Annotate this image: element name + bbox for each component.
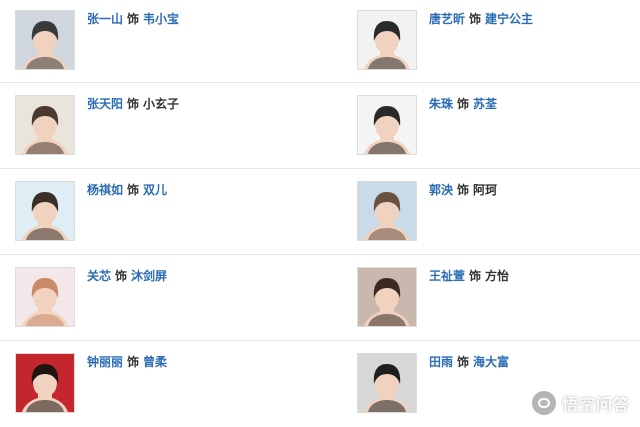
as-separator: 饰	[127, 355, 140, 369]
actor-name-link[interactable]: 田雨	[429, 355, 453, 369]
actor-name-link[interactable]: 朱珠	[429, 97, 453, 111]
cast-caption: 杨祺如饰双儿	[87, 182, 167, 198]
as-separator: 饰	[457, 355, 470, 369]
cast-caption: 张天阳饰小玄子	[87, 96, 179, 112]
actor-name-link[interactable]: 王祉萱	[429, 269, 465, 283]
actor-name-link[interactable]: 钟丽丽	[87, 355, 123, 369]
actor-name-link[interactable]: 张一山	[87, 12, 123, 26]
watermark-text: 悟空问答	[561, 395, 630, 414]
role-name-link[interactable]: 海大富	[473, 355, 509, 369]
row-divider	[0, 82, 640, 83]
watermark: 悟空问答	[531, 391, 630, 415]
actor-photo[interactable]	[15, 353, 75, 413]
actor-photo[interactable]	[15, 267, 75, 327]
row-divider	[0, 168, 640, 169]
actor-name-link[interactable]: 郭泱	[429, 183, 453, 197]
row-divider	[0, 254, 640, 255]
cast-caption: 朱珠饰苏荃	[429, 96, 497, 112]
cast-caption: 王祉萱饰方怡	[429, 268, 509, 284]
cast-card: 王祉萱饰方怡	[357, 267, 640, 329]
cast-caption: 钟丽丽饰曾柔	[87, 354, 167, 370]
role-name: 阿珂	[473, 183, 498, 197]
actor-photo[interactable]	[15, 95, 75, 155]
cast-card: 钟丽丽饰曾柔	[15, 353, 315, 415]
cast-card: 张天阳饰小玄子	[15, 95, 315, 157]
as-separator: 饰	[127, 12, 140, 26]
cast-caption: 张一山饰韦小宝	[87, 11, 179, 27]
actor-photo[interactable]	[357, 267, 417, 327]
actor-photo[interactable]	[357, 353, 417, 413]
role-name-link[interactable]: 建宁公主	[485, 12, 533, 26]
as-separator: 饰	[457, 97, 470, 111]
cast-caption: 唐艺昕饰建宁公主	[429, 11, 533, 27]
cast-caption: 田雨饰海大富	[429, 354, 509, 370]
actor-photo[interactable]	[15, 181, 75, 241]
cast-caption: 郭泱饰阿珂	[429, 182, 497, 198]
cast-card: 郭泱饰阿珂	[357, 181, 640, 243]
role-name-link[interactable]: 韦小宝	[143, 12, 179, 26]
actor-photo[interactable]	[15, 10, 75, 70]
cast-caption: 关芯饰沐剑屏	[87, 268, 167, 284]
cast-card: 唐艺昕饰建宁公主	[357, 10, 640, 72]
cast-card: 杨祺如饰双儿	[15, 181, 315, 243]
role-name: 方怡	[485, 269, 510, 283]
wukong-logo-icon	[531, 391, 556, 415]
as-separator: 饰	[457, 183, 470, 197]
actor-photo[interactable]	[357, 181, 417, 241]
role-name-link[interactable]: 沐剑屏	[131, 269, 167, 283]
actor-photo[interactable]	[357, 10, 417, 70]
as-separator: 饰	[127, 183, 140, 197]
as-separator: 饰	[469, 269, 482, 283]
cast-card: 关芯饰沐剑屏	[15, 267, 315, 329]
role-name-link[interactable]: 苏荃	[473, 97, 497, 111]
as-separator: 饰	[469, 12, 482, 26]
row-divider	[0, 340, 640, 341]
cast-card: 朱珠饰苏荃	[357, 95, 640, 157]
as-separator: 饰	[115, 269, 128, 283]
actor-name-link[interactable]: 唐艺昕	[429, 12, 465, 26]
cast-card: 张一山饰韦小宝	[15, 10, 315, 72]
as-separator: 饰	[127, 97, 140, 111]
role-name-link[interactable]: 曾柔	[143, 355, 167, 369]
role-name: 小玄子	[143, 97, 180, 111]
actor-name-link[interactable]: 杨祺如	[87, 183, 123, 197]
actor-photo[interactable]	[357, 95, 417, 155]
actor-name-link[interactable]: 关芯	[87, 269, 111, 283]
role-name-link[interactable]: 双儿	[143, 183, 167, 197]
actor-name-link[interactable]: 张天阳	[87, 97, 123, 111]
